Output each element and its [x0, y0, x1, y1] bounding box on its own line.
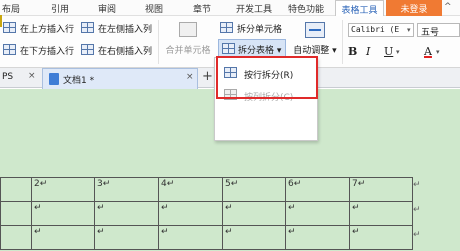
table-cell[interactable]: 4↵ [158, 177, 223, 202]
menu-layout[interactable]: 布局 [2, 2, 20, 15]
table-cell[interactable] [0, 225, 32, 250]
autofit-label: 自动调整 [293, 46, 330, 56]
annotation-highlight-box [216, 56, 318, 99]
table-cell[interactable]: ↵ [349, 201, 413, 226]
menu-developer[interactable]: 开发工具 [236, 2, 272, 15]
table-cell[interactable]: ↵ [285, 201, 350, 226]
table-row: ↵ ↵ ↵ ↵ ↵ ↵ [0, 201, 413, 226]
chevron-down-icon[interactable]: ▾ [396, 48, 400, 56]
login-button[interactable]: 未登录 [386, 0, 442, 16]
close-icon[interactable]: × [186, 72, 194, 82]
insert-row-above-icon [3, 22, 16, 33]
table-cell[interactable] [0, 201, 32, 226]
chevron-down-icon[interactable]: ▾ [407, 26, 411, 34]
font-color-button[interactable]: A [424, 45, 432, 58]
insert-row-below-icon [3, 44, 16, 55]
insert-col-right-icon [81, 44, 94, 55]
tab-active-document[interactable]: 文档1 * × [42, 68, 198, 89]
table-cell[interactable]: ↵ [31, 201, 95, 226]
table-cell[interactable]: ↵ [31, 225, 95, 250]
table-cell[interactable]: 7↵ [349, 177, 413, 202]
ribbon-divider [342, 20, 343, 64]
row-end-mark: ↵ [413, 205, 421, 215]
split-cells-label: 拆分单元格 [237, 25, 283, 35]
font-name-select[interactable]: Calibri (E [348, 23, 414, 37]
table-cell[interactable]: ↵ [222, 201, 286, 226]
chevron-down-icon: ▾ [276, 46, 282, 56]
tab-previous[interactable]: PS × [0, 68, 42, 88]
menu-chapter[interactable]: 章节 [193, 2, 211, 15]
menu-references[interactable]: 引用 [51, 2, 69, 15]
insert-col-left-label: 在左侧插入列 [98, 25, 153, 35]
chevron-down-icon: ▾ [332, 46, 337, 56]
merge-cells-label: 合并单元格 [165, 46, 211, 56]
close-icon[interactable]: × [28, 71, 36, 81]
table-cell[interactable]: ↵ [158, 225, 223, 250]
insert-row-above-label: 在上方插入行 [20, 25, 75, 35]
merge-cells-button[interactable]: 合并单元格 [162, 18, 214, 64]
row-end-mark: ↵ [413, 230, 421, 240]
table-cell[interactable]: ↵ [94, 201, 159, 226]
ribbon-divider [158, 20, 159, 64]
insert-col-right-label: 在右侧插入列 [98, 47, 153, 57]
split-table-icon [222, 43, 235, 54]
row-end-mark: ↵ [413, 180, 421, 190]
collapse-ribbon-icon[interactable]: ^ [444, 2, 452, 12]
menu-features[interactable]: 特色功能 [288, 2, 324, 15]
document-table[interactable]: 2↵ 3↵ 4↵ 5↵ 6↵ 7↵ ↵ ↵ ↵ ↵ ↵ ↵ ↵ ↵ ↵ ↵ ↵ … [0, 177, 413, 250]
table-row: 2↵ 3↵ 4↵ 5↵ 6↵ 7↵ [0, 177, 413, 202]
menu-view[interactable]: 视图 [145, 2, 163, 15]
insert-col-left-icon [81, 22, 94, 33]
tab-active-label: 文档1 * [63, 76, 95, 86]
underline-button[interactable]: U [384, 45, 393, 58]
split-table-button[interactable]: 拆分表格 ▾ [218, 39, 286, 57]
autofit-icon [305, 22, 325, 38]
table-cell[interactable]: ↵ [94, 225, 159, 250]
table-row: ↵ ↵ ↵ ↵ ↵ ↵ [0, 225, 413, 250]
insert-row-below-label: 在下方插入行 [20, 47, 75, 57]
table-cell[interactable]: ↵ [158, 201, 223, 226]
table-cell[interactable]: ↵ [222, 225, 286, 250]
merge-cells-icon [179, 22, 197, 37]
split-cells-icon [220, 22, 233, 33]
table-cell[interactable]: ↵ [285, 225, 350, 250]
table-cell[interactable] [0, 177, 32, 202]
table-cell[interactable]: ↵ [349, 225, 413, 250]
table-cell[interactable]: 2↵ [31, 177, 95, 202]
menu-table-tools[interactable]: 表格工具 [335, 0, 384, 16]
table-cell[interactable]: 5↵ [222, 177, 286, 202]
chevron-down-icon[interactable]: ▾ [436, 48, 440, 56]
font-size-select[interactable]: 五号 [417, 23, 460, 37]
menu-bar: 布局 引用 审阅 视图 章节 开发工具 特色功能 表格工具 未登录 ^ [0, 0, 460, 16]
new-tab-button[interactable]: + [202, 69, 213, 84]
italic-button[interactable]: I [366, 45, 370, 58]
highlight-icon[interactable] [0, 15, 2, 27]
split-table-label: 拆分表格 ▾ [238, 46, 282, 56]
table-cell[interactable]: 6↵ [285, 177, 350, 202]
tab-previous-label: PS [2, 72, 14, 82]
table-cell[interactable]: 3↵ [94, 177, 159, 202]
menu-review[interactable]: 审阅 [98, 2, 116, 15]
bold-button[interactable]: B [348, 45, 357, 58]
document-icon [49, 73, 59, 85]
